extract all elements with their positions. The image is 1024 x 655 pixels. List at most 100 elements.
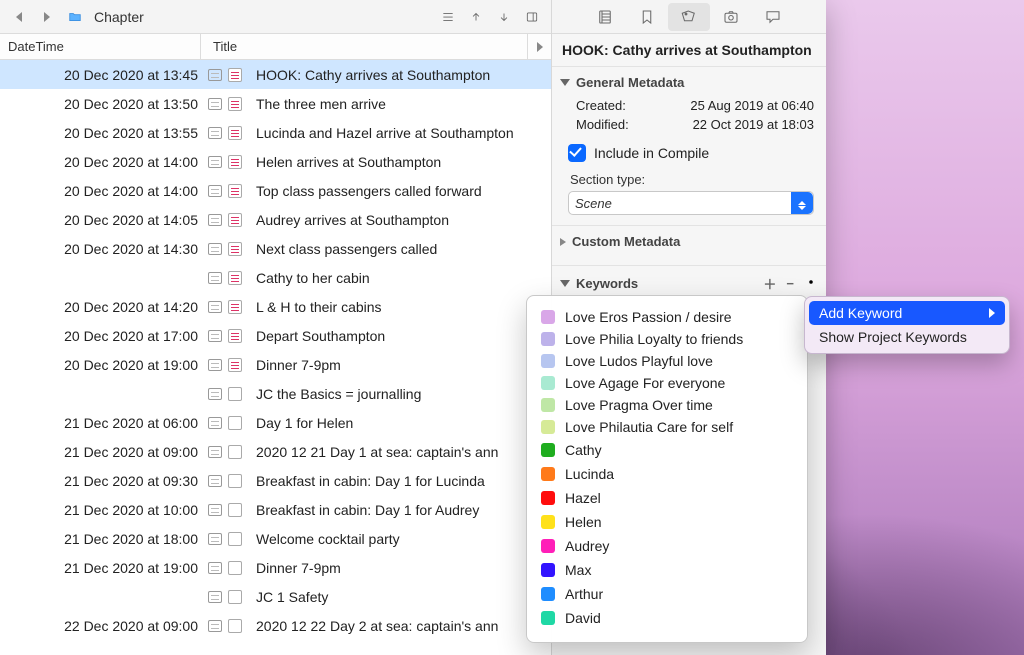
table-row[interactable]: 22 Dec 2020 at 09:002020 12 22 Day 2 at … [0, 611, 551, 640]
cell-title: Cathy to her cabin [256, 270, 551, 286]
document-empty-icon [228, 532, 242, 546]
keyword-label: Love Philautia Care for self [565, 419, 733, 435]
sort-down-icon[interactable] [493, 6, 515, 28]
table-row[interactable]: 20 Dec 2020 at 17:00Depart Southampton [0, 321, 551, 350]
section-head-general[interactable]: General Metadata [560, 71, 818, 96]
table-row[interactable]: 20 Dec 2020 at 14:30Next class passenger… [0, 234, 551, 263]
document-empty-icon [228, 387, 242, 401]
keyword-item[interactable]: Lucinda [539, 462, 795, 486]
keyword-item[interactable]: Love Pragma Over time [539, 394, 795, 416]
view-list-icon[interactable] [437, 6, 459, 28]
outline-item-icon [208, 272, 222, 284]
section-type-dropdown[interactable]: Scene [568, 191, 814, 215]
table-row[interactable]: JC 1 Safety [0, 582, 551, 611]
menu-show-project-keywords[interactable]: Show Project Keywords [809, 325, 1005, 349]
table-row[interactable]: 20 Dec 2020 at 14:00Helen arrives at Sou… [0, 147, 551, 176]
keyword-item[interactable]: Love Agage For everyone [539, 372, 795, 394]
list-toolbar: Chapter [0, 0, 551, 34]
cell-icons [208, 387, 256, 401]
table-row[interactable]: 21 Dec 2020 at 09:30Breakfast in cabin: … [0, 466, 551, 495]
layout-toggle-icon[interactable] [521, 6, 543, 28]
column-menu-icon[interactable] [527, 34, 551, 59]
cell-datetime: 21 Dec 2020 at 09:00 [8, 444, 208, 460]
cell-datetime: 22 Dec 2020 at 09:00 [8, 618, 208, 634]
remove-keyword-icon[interactable]: − [786, 276, 794, 291]
document-filled-icon [228, 68, 242, 82]
cell-title: Dinner 7-9pm [256, 357, 551, 373]
table-row[interactable]: 20 Dec 2020 at 19:00Dinner 7-9pm [0, 350, 551, 379]
table-row[interactable]: 20 Dec 2020 at 14:00Top class passengers… [0, 176, 551, 205]
document-filled-icon [228, 97, 242, 111]
menu-add-keyword[interactable]: Add Keyword [809, 301, 1005, 325]
keyword-item[interactable]: Audrey [539, 534, 795, 558]
tab-bookmark-icon[interactable] [626, 3, 668, 31]
section-head-custom[interactable]: Custom Metadata [560, 230, 818, 255]
keyword-item[interactable]: Helen [539, 510, 795, 534]
folder-icon [64, 6, 86, 28]
column-datetime[interactable]: DateTime [0, 39, 200, 54]
table-row[interactable]: Cathy to her cabin [0, 263, 551, 292]
table-row[interactable]: 20 Dec 2020 at 13:55Lucinda and Hazel ar… [0, 118, 551, 147]
tab-snapshot-icon[interactable] [710, 3, 752, 31]
tab-notes-icon[interactable] [584, 3, 626, 31]
table-row[interactable]: 21 Dec 2020 at 10:00Breakfast in cabin: … [0, 495, 551, 524]
column-title[interactable]: Title [200, 34, 527, 59]
document-filled-icon [228, 329, 242, 343]
cell-icons [208, 561, 256, 575]
table-row[interactable]: 21 Dec 2020 at 09:002020 12 21 Day 1 at … [0, 437, 551, 466]
table-row[interactable]: 21 Dec 2020 at 18:00Welcome cocktail par… [0, 524, 551, 553]
keyword-item[interactable]: Love Philia Loyalty to friends [539, 328, 795, 350]
breadcrumb[interactable]: Chapter [94, 9, 144, 25]
cell-icons [208, 155, 256, 169]
section-label: Keywords [576, 276, 638, 291]
keyword-swatch [541, 443, 555, 457]
keyword-swatch [541, 611, 555, 625]
keywords-context-menu: Add Keyword Show Project Keywords [804, 296, 1010, 354]
table-row[interactable]: 20 Dec 2020 at 14:20L & H to their cabin… [0, 292, 551, 321]
keyword-item[interactable]: Love Philautia Care for self [539, 416, 795, 438]
keyword-label: Lucinda [565, 466, 614, 482]
table-row[interactable]: 20 Dec 2020 at 14:05Audrey arrives at So… [0, 205, 551, 234]
keyword-swatch [541, 376, 555, 390]
keyword-item[interactable]: Love Ludos Playful love [539, 350, 795, 372]
cell-icons [208, 213, 256, 227]
table-row[interactable]: 21 Dec 2020 at 06:00 Day 1 for Helen [0, 408, 551, 437]
submenu-arrow-icon [989, 305, 995, 321]
keyword-item[interactable]: Max [539, 558, 795, 582]
keyword-item[interactable]: David [539, 606, 795, 630]
cell-icons [208, 329, 256, 343]
add-keyword-icon[interactable]: ＋ [763, 274, 776, 293]
keyword-label: Love Agage For everyone [565, 375, 725, 391]
cell-title: Dinner 7-9pm [256, 560, 551, 576]
cell-datetime: 20 Dec 2020 at 14:30 [8, 241, 208, 257]
table-row[interactable]: 20 Dec 2020 at 13:50The three men arrive [0, 89, 551, 118]
document-rows: 20 Dec 2020 at 13:45HOOK: Cathy arrives … [0, 60, 551, 655]
created-value: 25 Aug 2019 at 06:40 [656, 98, 818, 113]
keyword-label: Helen [565, 514, 602, 530]
keywords-gear-icon[interactable] [804, 275, 818, 292]
sort-up-icon[interactable] [465, 6, 487, 28]
table-row[interactable]: 20 Dec 2020 at 13:45HOOK: Cathy arrives … [0, 60, 551, 89]
cell-datetime: 20 Dec 2020 at 13:55 [8, 125, 208, 141]
nav-forward-button[interactable] [36, 6, 58, 28]
tab-comments-icon[interactable] [752, 3, 794, 31]
keyword-label: Love Ludos Playful love [565, 353, 713, 369]
keyword-item[interactable]: Hazel [539, 486, 795, 510]
cell-title: Helen arrives at Southampton [256, 154, 551, 170]
include-checkbox[interactable] [568, 144, 586, 162]
table-row[interactable]: JC the Basics = journalling [0, 379, 551, 408]
document-filled-icon [228, 155, 242, 169]
keyword-item[interactable]: Arthur [539, 582, 795, 606]
include-in-compile-row[interactable]: Include in Compile [560, 134, 818, 168]
table-row[interactable]: 21 Dec 2020 at 19:00Dinner 7-9pm [0, 553, 551, 582]
keyword-item[interactable]: Cathy [539, 438, 795, 462]
document-filled-icon [228, 184, 242, 198]
document-empty-icon [228, 503, 242, 517]
keyword-item[interactable]: Love Eros Passion / desire [539, 306, 795, 328]
cell-title: Breakfast in cabin: Day 1 for Audrey [256, 502, 551, 518]
nav-back-button[interactable] [8, 6, 30, 28]
cell-datetime: 20 Dec 2020 at 13:45 [8, 67, 208, 83]
tab-metadata-icon[interactable] [668, 3, 710, 31]
keyword-swatch [541, 354, 555, 368]
dropdown-arrow-icon [791, 192, 813, 214]
